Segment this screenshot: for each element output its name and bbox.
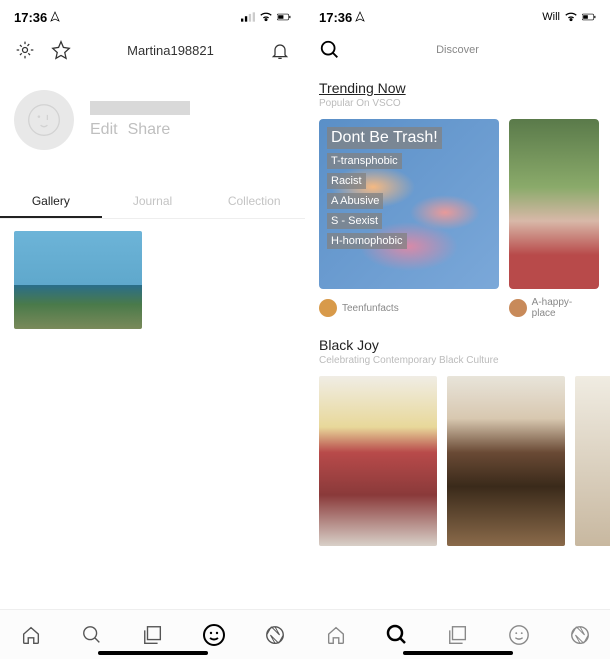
blackjoy-card[interactable] [447, 376, 565, 546]
nav-discover[interactable] [262, 622, 288, 648]
nav-home[interactable] [18, 622, 44, 648]
signal-icon [241, 10, 255, 24]
profile-tabs: Gallery Journal Collection [0, 186, 305, 219]
settings-button[interactable] [14, 39, 36, 61]
nav-discover[interactable] [567, 622, 593, 648]
trending-title[interactable]: Trending Now [319, 80, 596, 96]
star-icon [51, 40, 71, 60]
tab-collection[interactable]: Collection [203, 186, 305, 218]
trending-subtitle: Popular On VSCO [319, 98, 596, 109]
author-name[interactable]: A-happy-place [532, 297, 596, 319]
status-time: 17:36 [14, 10, 47, 25]
trending-header: Trending Now Popular On VSCO [305, 72, 610, 111]
blackjoy-card[interactable] [575, 376, 610, 546]
home-indicator [403, 651, 513, 655]
battery-icon [582, 10, 596, 24]
status-indicators: Will [542, 10, 596, 24]
home-indicator [98, 651, 208, 655]
card-line: H-homophobic [327, 233, 407, 249]
discover-screen: 17:36 Will Discover Trending Now Popular… [305, 0, 610, 659]
status-bar: 17:36 [0, 0, 305, 28]
home-icon [20, 624, 42, 646]
stack-icon [142, 624, 164, 646]
nav-feed[interactable] [201, 622, 227, 648]
wifi-icon [564, 10, 578, 24]
author-avatar[interactable] [509, 299, 527, 317]
username-title: Martina198821 [86, 43, 255, 58]
author-name[interactable]: Teenfunfacts [342, 303, 399, 314]
search-icon [81, 624, 103, 646]
smiley-icon [202, 623, 226, 647]
location-icon [49, 11, 61, 23]
home-icon [325, 624, 347, 646]
search-icon [319, 39, 341, 61]
top-bar: Discover [305, 28, 610, 72]
carrier-label: Will [542, 11, 560, 23]
profile-screen: 17:36 Martina198821 Edit Share [0, 0, 305, 659]
edit-button[interactable]: Edit [90, 121, 118, 139]
search-button[interactable] [319, 39, 341, 61]
profile-section: Edit Share [0, 72, 305, 158]
avatar[interactable] [14, 90, 74, 150]
author-avatar[interactable] [319, 299, 337, 317]
nav-home[interactable] [323, 622, 349, 648]
wifi-icon [259, 10, 273, 24]
card-line: A Abusive [327, 193, 383, 209]
blackjoy-header: Black Joy Celebrating Contemporary Black… [305, 329, 610, 368]
status-bar: 17:36 Will [305, 0, 610, 28]
trending-card[interactable] [509, 119, 599, 289]
avatar-placeholder-icon [27, 103, 61, 137]
bell-icon [270, 40, 290, 60]
gallery-item[interactable] [14, 231, 142, 329]
card-line: Racist [327, 173, 366, 189]
gear-icon [15, 40, 35, 60]
card-headline: Dont Be Trash! [327, 127, 442, 149]
nav-search[interactable] [384, 622, 410, 648]
trending-carousel[interactable]: Dont Be Trash! T-transphobic Racist A Ab… [305, 111, 610, 297]
trending-authors: Teenfunfacts A-happy-place [305, 297, 610, 329]
location-icon [354, 11, 366, 23]
name-placeholder [90, 101, 190, 115]
nav-studio[interactable] [140, 622, 166, 648]
page-title: Discover [355, 44, 560, 56]
smiley-icon [508, 624, 530, 646]
shutter-icon [264, 624, 286, 646]
gallery-grid [0, 219, 305, 341]
blackjoy-carousel[interactable] [305, 368, 610, 554]
blackjoy-title[interactable]: Black Joy [319, 337, 596, 353]
status-indicators [241, 10, 291, 24]
nav-feed[interactable] [506, 622, 532, 648]
status-time: 17:36 [319, 10, 352, 25]
top-bar: Martina198821 [0, 28, 305, 72]
nav-search[interactable] [79, 622, 105, 648]
share-button[interactable]: Share [128, 121, 171, 139]
stack-icon [447, 624, 469, 646]
tab-journal[interactable]: Journal [102, 186, 204, 218]
battery-icon [277, 10, 291, 24]
shutter-icon [569, 624, 591, 646]
blackjoy-subtitle: Celebrating Contemporary Black Culture [319, 355, 596, 366]
blackjoy-card[interactable] [319, 376, 437, 546]
card-line: S - Sexist [327, 213, 382, 229]
notifications-button[interactable] [269, 39, 291, 61]
trending-card[interactable]: Dont Be Trash! T-transphobic Racist A Ab… [319, 119, 499, 289]
tab-gallery[interactable]: Gallery [0, 186, 102, 218]
favorites-button[interactable] [50, 39, 72, 61]
card-line: T-transphobic [327, 153, 402, 169]
search-icon [385, 623, 409, 647]
nav-studio[interactable] [445, 622, 471, 648]
